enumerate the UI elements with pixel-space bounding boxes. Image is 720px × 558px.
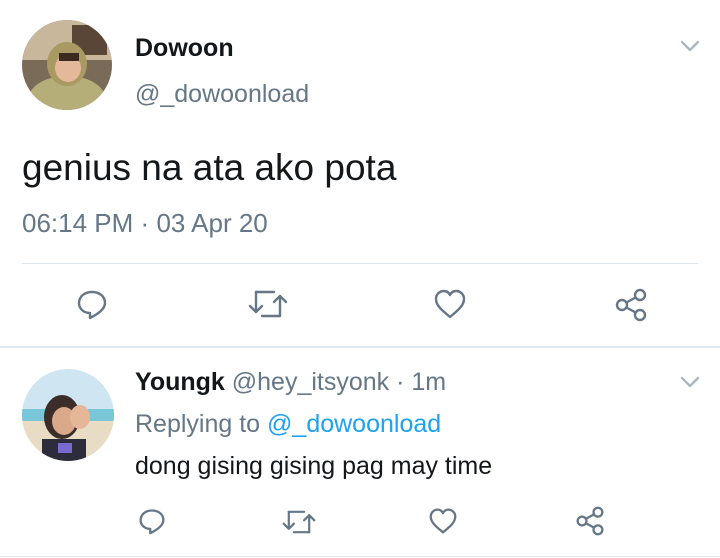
replying-to-label: Replying to <box>135 410 261 438</box>
tweet-time: 06:14 PM <box>22 208 134 238</box>
share-icon[interactable] <box>574 506 606 536</box>
chevron-down-icon[interactable] <box>680 376 700 388</box>
retweet-icon[interactable] <box>248 288 288 320</box>
reply-author-handle[interactable]: @hey_itsyonk <box>232 368 389 396</box>
author-avatar[interactable] <box>22 20 112 110</box>
retweet-icon[interactable] <box>282 508 316 536</box>
replying-to-handle[interactable]: @_dowoonload <box>267 410 441 438</box>
tweet-date: 03 Apr 20 <box>156 208 268 238</box>
reply-icon[interactable] <box>76 288 108 320</box>
divider <box>0 346 720 348</box>
author-handle[interactable]: @_dowoonload <box>135 80 309 109</box>
chevron-down-icon[interactable] <box>680 40 700 52</box>
reply-header: Youngk @hey_itsyonk · 1m <box>135 368 446 397</box>
tweet-text: genius na ata ako pota <box>22 147 397 188</box>
like-icon[interactable] <box>428 507 458 535</box>
timestamp-separator: · <box>140 208 150 238</box>
like-icon[interactable] <box>433 288 467 320</box>
reply-icon[interactable] <box>138 507 166 535</box>
replying-to: Replying to @_dowoonload <box>135 410 441 439</box>
share-icon[interactable] <box>613 288 649 322</box>
reply-author-name[interactable]: Youngk <box>135 368 225 396</box>
reply-author-avatar[interactable] <box>22 369 114 461</box>
author-name[interactable]: Dowoon <box>135 34 234 63</box>
reply-age: 1m <box>411 368 447 396</box>
divider <box>22 263 698 264</box>
reply-separator: · <box>396 368 405 396</box>
tweet-timestamp: 06:14 PM · 03 Apr 20 <box>22 208 268 239</box>
divider <box>0 556 720 557</box>
reply-text: dong gising gising pag may time <box>135 452 493 480</box>
